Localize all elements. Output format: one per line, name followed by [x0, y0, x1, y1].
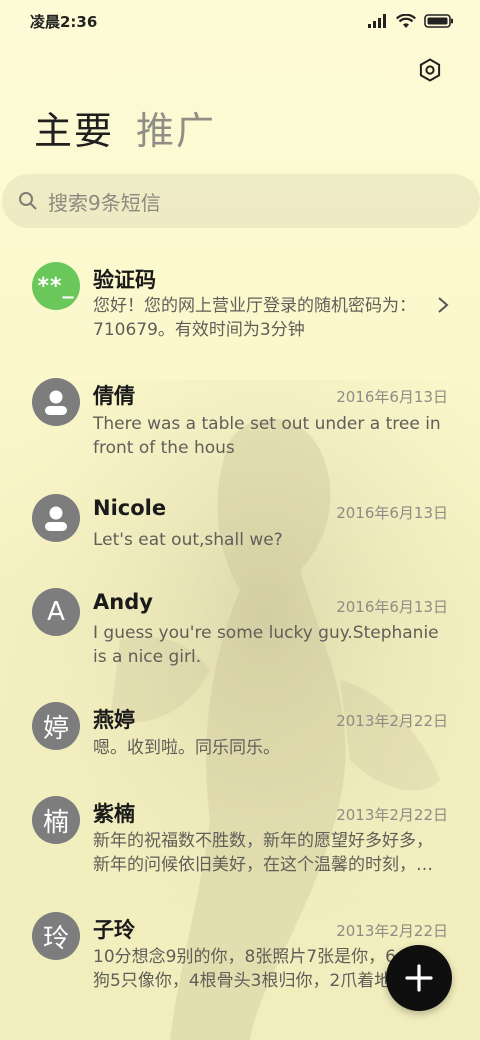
sender-name: 燕婷 [93, 708, 135, 732]
settings-button[interactable] [414, 54, 446, 86]
message-preview: 您好！您的网上营业厅登录的随机密码为： 710679。有效时间为3分钟 [93, 294, 448, 342]
conversation-item[interactable]: 楠 紫楠 2013年2月22日 新年的祝福数不胜数，新年的愿望好多好多， 新年的… [0, 772, 480, 888]
status-bar: 凌晨2:36 [0, 0, 480, 42]
preview-line: 新年的问候依旧美好，在这个温馨的时刻，… [93, 855, 433, 875]
status-time: 凌晨2:36 [30, 13, 98, 31]
tab-promotions[interactable]: 推广 [136, 108, 216, 154]
preview-line: 您好！您的网上营业厅登录的随机密码为： [93, 296, 416, 316]
search-icon [19, 192, 37, 210]
wifi-icon [396, 13, 416, 28]
message-date: 2016年6月13日 [336, 598, 448, 616]
plus-icon [405, 964, 433, 992]
conversation-item-verification-code[interactable]: **_ 验证码 您好！您的网上营业厅登录的随机密码为： 710679。有效时间为… [0, 240, 480, 356]
person-icon [45, 506, 67, 531]
new-message-button[interactable] [386, 945, 452, 1011]
search-bar[interactable]: 搜索9条短信 [2, 174, 480, 228]
gear-icon [419, 58, 441, 82]
signal-icon [368, 14, 386, 28]
preview-line: 新年的祝福数不胜数，新年的愿望好多好多， [93, 831, 433, 851]
sender-name: 验证码 [93, 268, 156, 292]
chevron-right-icon [438, 297, 449, 313]
message-preview: 嗯。收到啦。同乐同乐。 [93, 736, 448, 760]
battery-icon [424, 14, 453, 28]
person-icon [45, 390, 67, 415]
sender-name: Andy [93, 590, 153, 614]
message-preview: I guess you're some lucky guy.Stephanie … [93, 621, 448, 669]
message-date: 2013年2月22日 [336, 806, 448, 824]
preview-line: 嗯。收到啦。同乐同乐。 [93, 738, 280, 758]
avatar-letter: 楠 [32, 796, 80, 844]
sender-name: 子玲 [93, 918, 135, 942]
avatar-placeholder [32, 378, 80, 426]
sender-name: 倩倩 [93, 384, 135, 408]
avatar-verification-code: **_ [32, 262, 80, 310]
preview-line: is a nice girl. [93, 647, 202, 667]
preview-line: Let's eat out,shall we? [93, 530, 283, 550]
avatar-letter: 婷 [32, 702, 80, 750]
sender-name: 紫楠 [93, 802, 135, 826]
message-preview: Let's eat out,shall we? [93, 528, 448, 552]
message-date: 2013年2月22日 [336, 922, 448, 940]
search-placeholder: 搜索9条短信 [48, 190, 161, 215]
message-date: 2013年2月22日 [336, 712, 448, 730]
avatar-letter: A [32, 588, 80, 636]
avatar-placeholder [32, 494, 80, 542]
sender-name: Nicole [93, 496, 167, 520]
message-preview: There was a table set out under a tree i… [93, 412, 448, 460]
tab-bar: 主要 推广 [34, 108, 216, 154]
preview-line: front of the hous [93, 438, 235, 458]
message-date: 2016年6月13日 [336, 388, 448, 406]
preview-line: 710679。有效时间为3分钟 [93, 320, 305, 340]
conversation-item[interactable]: Nicole 2016年6月13日 Let's eat out,shall we… [0, 472, 480, 564]
message-date: 2016年6月13日 [336, 504, 448, 522]
preview-line: I guess you're some lucky guy.Stephanie [93, 623, 439, 643]
message-preview: 新年的祝福数不胜数，新年的愿望好多好多， 新年的问候依旧美好，在这个温馨的时刻，… [93, 829, 448, 877]
preview-line: There was a table set out under a tree i… [93, 414, 441, 434]
conversation-item[interactable]: 婷 燕婷 2013年2月22日 嗯。收到啦。同乐同乐。 [0, 680, 480, 772]
tab-primary[interactable]: 主要 [34, 108, 114, 154]
conversation-item[interactable]: A Andy 2016年6月13日 I guess you're some lu… [0, 564, 480, 680]
conversation-item[interactable]: 倩倩 2016年6月13日 There was a table set out … [0, 356, 480, 472]
status-icons [368, 12, 454, 30]
avatar-letter: 玲 [32, 912, 80, 960]
